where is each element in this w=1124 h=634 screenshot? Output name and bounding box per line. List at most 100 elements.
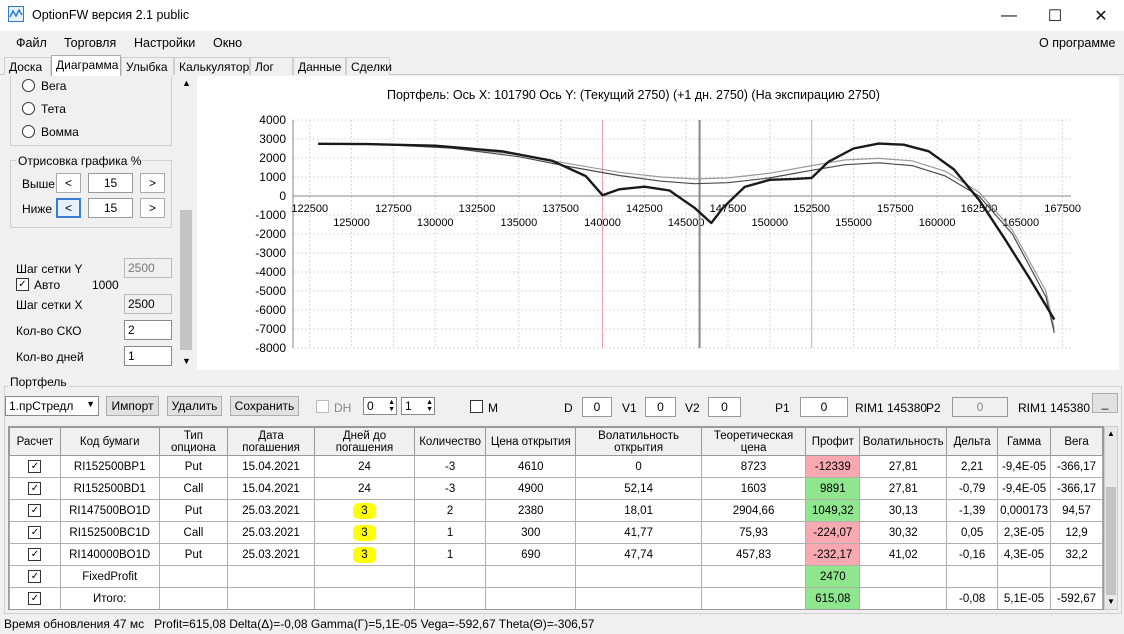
spin-arrows-icon[interactable]: ▲ ▼ <box>426 399 433 413</box>
cell-delta: -1,39 <box>946 499 999 522</box>
dh-spin-a[interactable]: 0 ▲ ▼ <box>363 397 397 415</box>
above-decrease-button[interactable]: < <box>56 173 81 193</box>
table-row[interactable]: ✓ RI152500BC1D Call 25.03.2021 3 1 300 41,77 75,… <box>9 521 1103 544</box>
save-button[interactable]: Сохранить <box>230 396 299 416</box>
days-input[interactable]: 1 <box>124 346 172 366</box>
tab-log[interactable]: Лог <box>250 57 293 75</box>
cell-price: 300 <box>485 521 577 544</box>
m-checkbox[interactable] <box>470 400 483 413</box>
row-checkbox[interactable]: ✓ <box>28 482 42 495</box>
menu-about[interactable]: О программе <box>1039 36 1115 50</box>
tab-diagram[interactable]: Диаграмма <box>51 55 121 76</box>
spin-arrows-icon[interactable]: ▲ ▼ <box>388 399 395 413</box>
tab-data[interactable]: Данные <box>293 57 346 75</box>
d-input[interactable]: 0 <box>582 397 612 417</box>
col-calc[interactable]: Расчет <box>9 427 61 456</box>
col-vol[interactable]: Волатильность <box>859 427 948 456</box>
grid-scrollbar[interactable]: ▲ ▼ <box>1104 426 1118 610</box>
row-checkbox[interactable]: ✓ <box>28 548 42 561</box>
col-vega[interactable]: Вега <box>1050 427 1103 456</box>
cell-calc-checkbox[interactable]: ✓ <box>9 499 61 522</box>
cell-calc-checkbox[interactable]: ✓ <box>9 565 61 588</box>
row-checkbox[interactable]: ✓ <box>28 504 42 517</box>
menu-trading[interactable]: Торговля <box>64 36 116 50</box>
v1-input[interactable]: 0 <box>645 397 676 417</box>
col-code[interactable]: Код бумаги <box>59 427 160 456</box>
minimize-button[interactable]: — <box>986 0 1032 31</box>
import-button[interactable]: Импорт <box>106 396 159 416</box>
tab-deals[interactable]: Сделки <box>346 57 392 75</box>
m-label: M <box>488 401 498 415</box>
more-button[interactable]: _ <box>1092 393 1118 413</box>
cell-calc-checkbox[interactable]: ✓ <box>9 477 61 500</box>
col-days[interactable]: Дней до погашения <box>313 427 416 456</box>
cell-calc-checkbox[interactable]: ✓ <box>9 521 61 544</box>
menu-file[interactable]: Файл <box>16 36 47 50</box>
close-button[interactable]: ✕ <box>1078 0 1124 31</box>
col-type[interactable]: Тип опциона <box>158 427 229 456</box>
scroll-thumb[interactable] <box>180 210 192 350</box>
portfolio-select[interactable]: 1.прСтредл ▼ <box>5 396 99 416</box>
dh-checkbox[interactable] <box>316 400 329 413</box>
cell-qty: 1 <box>414 521 487 544</box>
tab-calculator[interactable]: Калькулятор <box>174 57 250 75</box>
p1-input[interactable]: 0 <box>800 397 848 417</box>
row-checkbox[interactable]: ✓ <box>28 592 42 605</box>
col-profit[interactable]: Профит <box>805 427 861 456</box>
scroll-down-icon[interactable]: ▼ <box>182 356 191 366</box>
settings-scrollbar[interactable]: ▲ ▼ <box>178 76 194 370</box>
scroll-down-icon[interactable]: ▼ <box>1107 597 1115 606</box>
tab-smile[interactable]: Улыбка <box>121 57 174 75</box>
grid-x-input[interactable]: 2500 <box>124 294 172 314</box>
tab-board[interactable]: Доска <box>4 57 51 75</box>
cell-profit: -12339 <box>805 455 861 478</box>
auto-checkbox[interactable]: ✓ <box>16 278 29 291</box>
col-gamma[interactable]: Гамма <box>997 427 1052 456</box>
table-row[interactable]: ✓ FixedProfit 2470 <box>9 565 1103 588</box>
col-delta[interactable]: Дельта <box>946 427 999 456</box>
cell-calc-checkbox[interactable]: ✓ <box>9 587 61 609</box>
cell-calc-checkbox[interactable]: ✓ <box>9 543 61 566</box>
radio-theta[interactable] <box>22 102 35 115</box>
cell-vol: 30,13 <box>859 499 948 522</box>
below-decrease-button[interactable]: < <box>56 198 81 218</box>
scroll-up-icon[interactable]: ▲ <box>182 78 191 88</box>
grid-y-input[interactable]: 2500 <box>124 258 172 278</box>
col-price[interactable]: Цена открытия <box>485 427 577 456</box>
p2-input[interactable]: 0 <box>952 397 1008 417</box>
below-increase-button[interactable]: > <box>140 198 165 218</box>
radio-vomma[interactable] <box>22 125 35 138</box>
scroll-up-icon[interactable]: ▲ <box>1107 429 1115 438</box>
cell-type: Put <box>158 499 229 522</box>
radio-vega[interactable] <box>22 79 35 92</box>
col-date[interactable]: Дата погашения <box>227 427 315 456</box>
cell-date: 25.03.2021 <box>227 543 315 566</box>
above-value: 15 <box>88 173 133 193</box>
cell-gamma <box>997 565 1052 588</box>
x-bottom-tick-label: 135000 <box>501 217 538 229</box>
menu-settings[interactable]: Настройки <box>134 36 195 50</box>
status-bar: Время обновления 47 мс Profit=615,08 Del… <box>0 614 1124 634</box>
menu-window[interactable]: Окно <box>213 36 242 50</box>
grid-scroll-thumb[interactable] <box>1106 487 1116 595</box>
table-row[interactable]: ✓ RI152500BP1 Put 15.04.2021 24 -3 4610 0 8723 -1… <box>9 455 1103 478</box>
row-checkbox[interactable]: ✓ <box>28 570 42 583</box>
cell-vol: 30,32 <box>859 521 948 544</box>
sko-input[interactable]: 2 <box>124 320 172 340</box>
row-checkbox[interactable]: ✓ <box>28 526 42 539</box>
col-theor[interactable]: Теоретическая цена <box>700 427 807 456</box>
col-vol-open[interactable]: Волатильность открытия <box>575 427 702 456</box>
col-qty[interactable]: Количество <box>414 427 487 456</box>
maximize-button[interactable]: ☐ <box>1032 0 1078 31</box>
table-row[interactable]: ✓ RI152500BD1 Call 15.04.2021 24 -3 4900 52,14 1… <box>9 477 1103 500</box>
dh-spin-b[interactable]: 1 ▲ ▼ <box>401 397 435 415</box>
table-row[interactable]: ✓ RI140000BO1D Put 25.03.2021 3 1 690 47,74 457,… <box>9 543 1103 566</box>
delete-button[interactable]: Удалить <box>167 396 222 416</box>
table-row[interactable]: ✓ RI147500BO1D Put 25.03.2021 3 2 2380 18,01 290… <box>9 499 1103 522</box>
table-row[interactable]: ✓ Итого: 615,08 -0,08 5,1E-05 -592,67 <box>9 587 1103 609</box>
v2-input[interactable]: 0 <box>708 397 741 417</box>
cell-type: Put <box>158 455 229 478</box>
cell-calc-checkbox[interactable]: ✓ <box>9 455 61 478</box>
row-checkbox[interactable]: ✓ <box>28 460 42 473</box>
above-increase-button[interactable]: > <box>140 173 165 193</box>
